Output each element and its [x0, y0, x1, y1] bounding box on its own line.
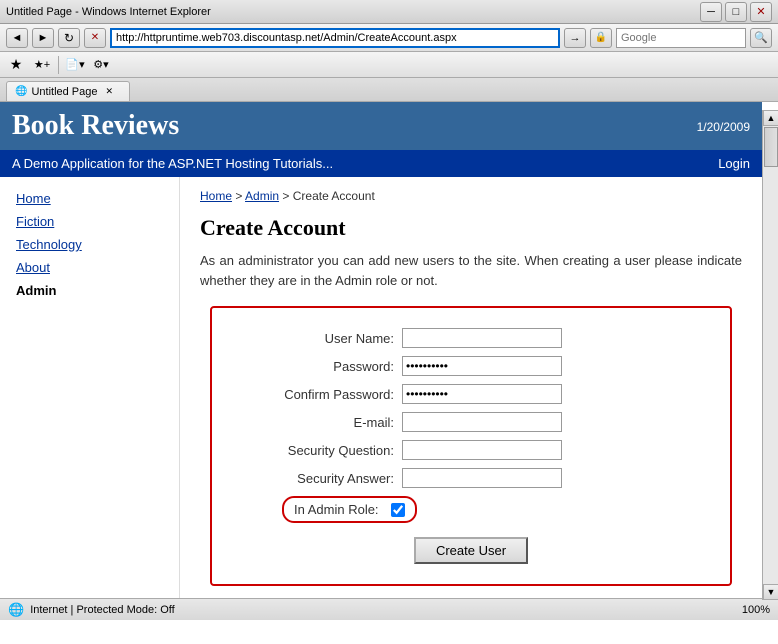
status-right: 100% — [742, 604, 770, 616]
content-area: Home > Admin > Create Account Create Acc… — [180, 177, 762, 598]
tools-menu-icon[interactable]: ⚙▾ — [91, 55, 111, 75]
scroll-thumb[interactable] — [764, 127, 778, 167]
tab-bar: 🌐 Untitled Page ✕ — [0, 78, 778, 102]
email-field[interactable] — [402, 412, 562, 432]
breadcrumb-sep2: > — [279, 189, 293, 203]
sidebar: Home Fiction Technology About Admin — [0, 177, 180, 598]
password-row: Password: — [242, 356, 700, 376]
cert-icon: 🔒 — [590, 28, 612, 48]
go-button[interactable]: → — [564, 28, 586, 48]
page-menu-icon[interactable]: 📄▾ — [65, 55, 85, 75]
admin-role-row: In Admin Role: — [282, 496, 700, 523]
sidebar-item-fiction[interactable]: Fiction — [0, 210, 179, 233]
zoom-level: 100% — [742, 604, 770, 616]
tab-label: Untitled Page — [31, 86, 97, 98]
username-label: User Name: — [242, 331, 402, 346]
back-button[interactable]: ◄ — [6, 28, 28, 48]
admin-role-checkbox[interactable] — [391, 503, 405, 517]
breadcrumb: Home > Admin > Create Account — [200, 189, 742, 203]
page-wrapper: Book Reviews 1/20/2009 A Demo Applicatio… — [0, 102, 762, 598]
browser-nav-bar: ◄ ► ↻ ✕ → 🔒 🔍 — [0, 24, 778, 52]
tab-untitled[interactable]: 🌐 Untitled Page ✕ — [6, 81, 130, 101]
admin-role-label: In Admin Role: — [294, 502, 379, 517]
tagline-bar: A Demo Application for the ASP.NET Hosti… — [0, 150, 762, 177]
browser-toolbar: ★ ★+ 📄▾ ⚙▾ — [0, 52, 778, 78]
breadcrumb-home[interactable]: Home — [200, 189, 232, 203]
security-question-row: Security Question: — [242, 440, 700, 460]
security-answer-label: Security Answer: — [242, 471, 402, 486]
main-layout: Home Fiction Technology About Admin Home… — [0, 177, 762, 598]
close-button[interactable]: ✕ — [750, 2, 772, 22]
create-account-form: User Name: Password: Confirm Password: — [210, 306, 732, 586]
email-row: E-mail: — [242, 412, 700, 432]
login-link[interactable]: Login — [718, 156, 750, 171]
username-row: User Name: — [242, 328, 700, 348]
restore-button[interactable]: □ — [725, 2, 747, 22]
scroll-down-button[interactable]: ▼ — [763, 584, 778, 600]
breadcrumb-current: Create Account — [293, 189, 375, 203]
breadcrumb-sep1: > — [232, 189, 245, 203]
sidebar-item-about[interactable]: About — [0, 256, 179, 279]
sidebar-item-admin[interactable]: Admin — [0, 279, 179, 302]
browser-title: Untitled Page - Windows Internet Explore… — [6, 6, 211, 18]
security-answer-row: Security Answer: — [242, 468, 700, 488]
scrollbar[interactable]: ▲ ▼ — [762, 110, 778, 600]
security-answer-field[interactable] — [402, 468, 562, 488]
password-field[interactable] — [402, 356, 562, 376]
status-bar: 🌐 Internet | Protected Mode: Off 100% — [0, 598, 778, 620]
confirm-password-label: Confirm Password: — [242, 387, 402, 402]
status-zone: Internet | Protected Mode: Off — [30, 604, 175, 616]
forward-button[interactable]: ► — [32, 28, 54, 48]
search-input[interactable] — [616, 28, 746, 48]
scroll-track[interactable] — [763, 168, 778, 584]
search-go-button[interactable]: 🔍 — [750, 28, 772, 48]
tab-icon: 🌐 — [15, 86, 27, 97]
admin-role-box: In Admin Role: — [282, 496, 417, 523]
create-user-button[interactable]: Create User — [414, 537, 528, 564]
minimize-button[interactable]: ─ — [700, 2, 722, 22]
site-header: Book Reviews 1/20/2009 — [0, 102, 762, 150]
sidebar-item-home[interactable]: Home — [0, 187, 179, 210]
username-field[interactable] — [402, 328, 562, 348]
security-question-label: Security Question: — [242, 443, 402, 458]
scroll-up-button[interactable]: ▲ — [763, 110, 778, 126]
sidebar-item-technology[interactable]: Technology — [0, 233, 179, 256]
stop-button[interactable]: ✕ — [84, 28, 106, 48]
browser-titlebar: Untitled Page - Windows Internet Explore… — [0, 0, 778, 24]
refresh-button[interactable]: ↻ — [58, 28, 80, 48]
browser-window: Untitled Page - Windows Internet Explore… — [0, 0, 778, 620]
email-label: E-mail: — [242, 415, 402, 430]
address-bar[interactable] — [110, 28, 560, 48]
status-left: 🌐 Internet | Protected Mode: Off — [8, 602, 175, 618]
page-heading: Create Account — [200, 215, 742, 241]
favorites-icon[interactable]: ★ — [6, 55, 26, 75]
tagline-text: A Demo Application for the ASP.NET Hosti… — [12, 156, 333, 171]
breadcrumb-admin[interactable]: Admin — [245, 189, 279, 203]
tab-close-icon[interactable]: ✕ — [106, 86, 114, 97]
password-label: Password: — [242, 359, 402, 374]
confirm-password-field[interactable] — [402, 384, 562, 404]
site-date: 1/20/2009 — [697, 120, 750, 134]
status-icon: 🌐 — [8, 602, 24, 618]
security-question-field[interactable] — [402, 440, 562, 460]
confirm-password-row: Confirm Password: — [242, 384, 700, 404]
page-description: As an administrator you can add new user… — [200, 251, 742, 290]
site-title: Book Reviews — [12, 110, 179, 142]
add-favorites-icon[interactable]: ★+ — [32, 55, 52, 75]
